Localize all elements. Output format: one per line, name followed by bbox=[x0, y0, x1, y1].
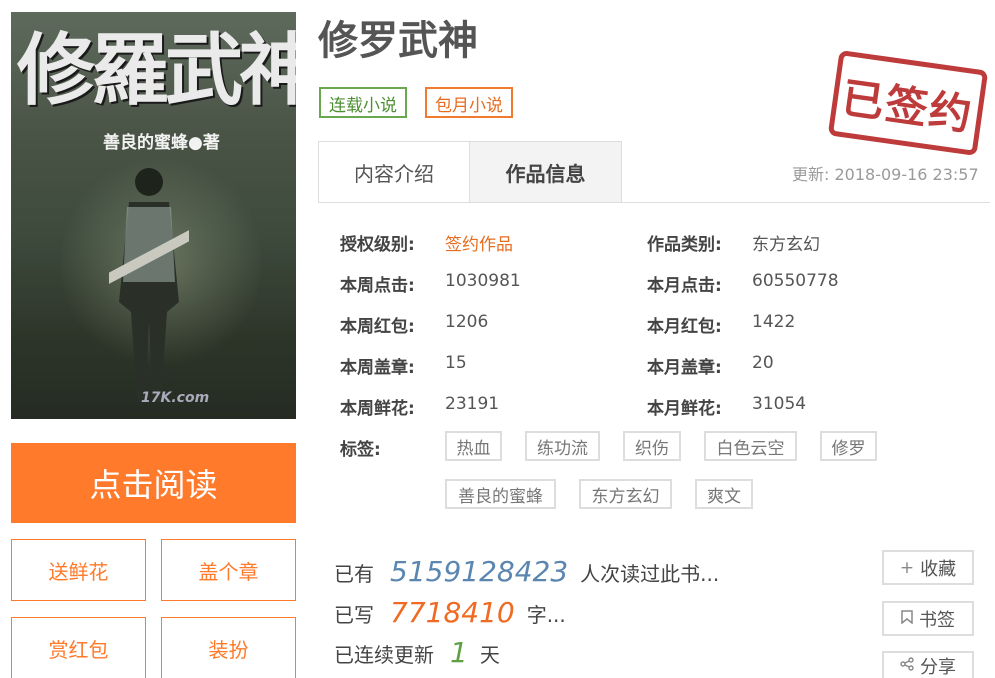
month-stamp-value: 20 bbox=[752, 353, 774, 373]
read-prefix: 已有 bbox=[334, 562, 374, 586]
auth-label: 授权级别: bbox=[340, 235, 415, 255]
week-clicks-label: 本周点击: bbox=[340, 276, 415, 296]
cover-figure bbox=[109, 168, 189, 402]
collect-button[interactable]: + 收藏 bbox=[882, 550, 974, 585]
bookmark-button[interactable]: 书签 bbox=[882, 601, 974, 636]
month-flower-label: 本月鲜花: bbox=[647, 399, 722, 419]
read-suffix: 人次读过此书... bbox=[580, 562, 720, 586]
days-prefix: 已连续更新 bbox=[334, 643, 434, 667]
share-label: 分享 bbox=[920, 657, 956, 678]
info-tabs: 内容介绍 作品信息 bbox=[318, 141, 622, 203]
send-flower-button[interactable]: 送鲜花 bbox=[11, 539, 146, 601]
tab-divider bbox=[622, 202, 990, 203]
week-clicks-value: 1030981 bbox=[445, 271, 521, 291]
words-suffix: 字... bbox=[526, 603, 566, 627]
month-clicks-value: 60550778 bbox=[752, 271, 839, 291]
tag-chip[interactable]: 东方玄幻 bbox=[579, 479, 672, 509]
bookmark-label: 书签 bbox=[919, 609, 955, 631]
month-flower-value: 31054 bbox=[752, 394, 807, 414]
tab-intro[interactable]: 内容介绍 bbox=[318, 141, 470, 203]
cover-watermark: 17K.com bbox=[141, 390, 210, 406]
bookmark-icon bbox=[901, 609, 913, 629]
category-label: 作品类别: bbox=[647, 235, 722, 255]
tag-chip[interactable]: 白色云空 bbox=[704, 431, 797, 461]
share-button[interactable]: 分享 bbox=[882, 651, 974, 678]
words-stat: 已写 7718410 字... bbox=[334, 596, 566, 629]
book-title: 修罗武神 bbox=[318, 18, 478, 64]
month-red-label: 本月红包: bbox=[647, 317, 722, 337]
month-red-value: 1422 bbox=[752, 312, 796, 332]
cover-author: 善良的蜜蜂●著 bbox=[103, 133, 220, 153]
tag-chip[interactable]: 爽文 bbox=[695, 479, 753, 509]
words-count: 7718410 bbox=[390, 596, 515, 629]
red-packet-button[interactable]: 赏红包 bbox=[11, 617, 146, 678]
week-flower-value: 23191 bbox=[445, 394, 500, 414]
cover-title: 修羅武神 bbox=[17, 25, 296, 116]
tag-chip[interactable]: 练功流 bbox=[525, 431, 600, 461]
week-red-label: 本周红包: bbox=[340, 317, 415, 337]
tag-chip[interactable]: 善良的蜜蜂 bbox=[445, 479, 556, 509]
tags-label: 标签: bbox=[340, 440, 381, 460]
month-stamp-label: 本月盖章: bbox=[647, 358, 722, 378]
read-stat: 已有 5159128423 人次读过此书... bbox=[334, 555, 719, 588]
words-prefix: 已写 bbox=[334, 603, 374, 627]
days-count: 1 bbox=[450, 636, 468, 669]
month-clicks-label: 本月点击: bbox=[647, 276, 722, 296]
tag-chip[interactable]: 修罗 bbox=[820, 431, 877, 461]
share-icon bbox=[900, 656, 914, 676]
tab-info[interactable]: 作品信息 bbox=[470, 141, 622, 203]
read-button[interactable]: 点击阅读 bbox=[11, 443, 296, 523]
days-stat: 已连续更新 1 天 bbox=[334, 636, 500, 669]
plus-icon: + bbox=[899, 557, 915, 578]
read-count: 5159128423 bbox=[390, 555, 569, 588]
signed-stamp: 已签约 bbox=[827, 49, 989, 157]
monthly-tag[interactable]: 包月小说 bbox=[425, 87, 513, 118]
update-time: 更新: 2018-09-16 23:57 bbox=[792, 165, 979, 184]
tag-chip[interactable]: 热血 bbox=[445, 431, 502, 461]
stamp-button[interactable]: 盖个章 bbox=[161, 539, 296, 601]
category-value[interactable]: 东方玄幻 bbox=[752, 230, 820, 255]
week-stamp-value: 15 bbox=[445, 353, 467, 373]
week-stamp-label: 本周盖章: bbox=[340, 358, 415, 378]
week-flower-label: 本周鲜花: bbox=[340, 399, 415, 419]
book-cover[interactable]: 修羅武神 善良的蜜蜂●著 17K.com bbox=[11, 12, 296, 419]
serial-tag[interactable]: 连载小说 bbox=[319, 87, 407, 118]
collect-label: 收藏 bbox=[920, 558, 957, 580]
dress-up-button[interactable]: 装扮 bbox=[161, 617, 296, 678]
auth-value: 签约作品 bbox=[445, 235, 513, 255]
tag-chip[interactable]: 织伤 bbox=[623, 431, 681, 461]
days-suffix: 天 bbox=[479, 643, 500, 667]
week-red-value: 1206 bbox=[445, 312, 489, 332]
